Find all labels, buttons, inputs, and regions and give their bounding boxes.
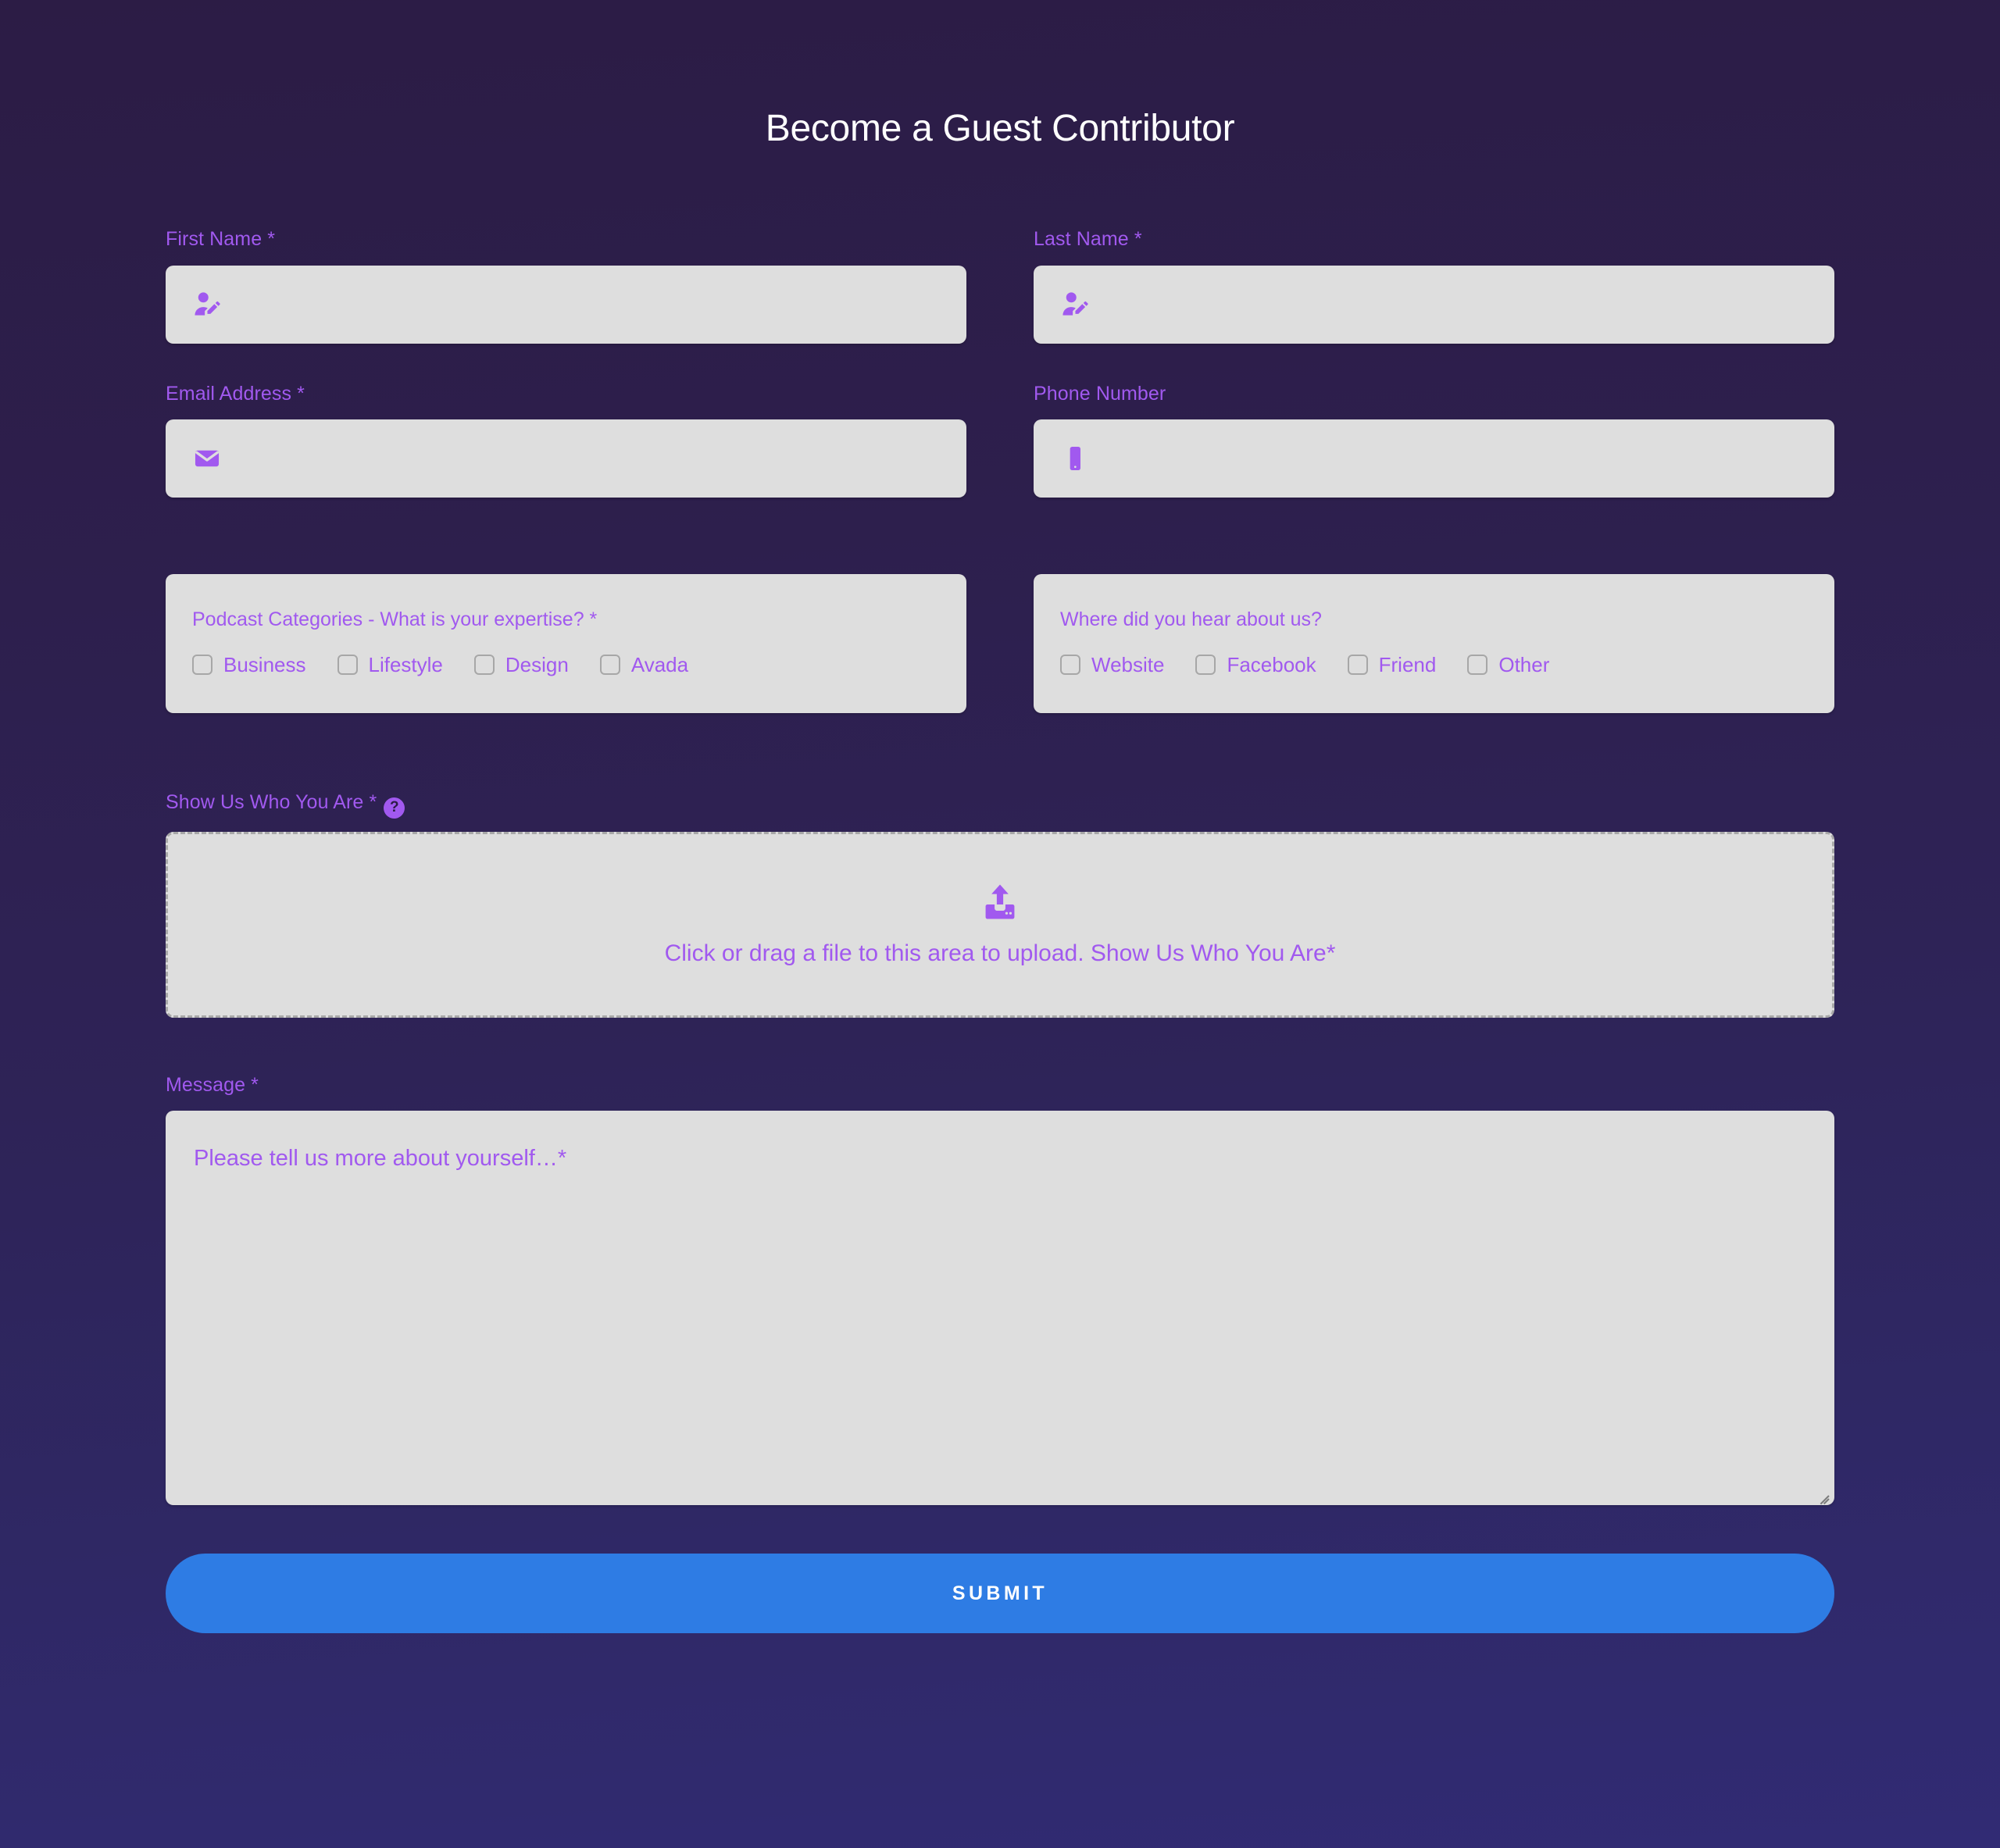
checkbox-row: Podcast Categories - What is your expert… bbox=[166, 574, 1834, 751]
help-circle-icon[interactable]: ? bbox=[384, 797, 405, 819]
checkbox-label: Website bbox=[1091, 652, 1165, 676]
email-field: Email Address * bbox=[166, 381, 966, 498]
last-name-label: Last Name * bbox=[1034, 228, 1142, 250]
checkbox-box[interactable] bbox=[1467, 654, 1488, 675]
last-name-input[interactable] bbox=[1090, 265, 1834, 344]
upload-label: Show Us Who You Are *? bbox=[166, 790, 1834, 819]
first-name-input-wrapper[interactable] bbox=[166, 265, 966, 344]
checkbox-other[interactable]: Other bbox=[1467, 652, 1550, 676]
section-spacer-2 bbox=[166, 751, 1834, 790]
checkbox-label: Lifestyle bbox=[368, 652, 443, 676]
checkbox-label: Business bbox=[223, 652, 306, 676]
checkbox-facebook[interactable]: Facebook bbox=[1195, 652, 1316, 676]
phone-label: Phone Number bbox=[1034, 382, 1166, 405]
checkbox-label: Avada bbox=[630, 652, 689, 676]
podcast-categories-legend: Podcast Categories - What is your expert… bbox=[192, 608, 598, 630]
mobile-phone-icon bbox=[1060, 444, 1090, 473]
message-field: Message * bbox=[166, 1072, 1834, 1506]
checkbox-label: Friend bbox=[1378, 652, 1437, 676]
checkbox-design[interactable]: Design bbox=[473, 652, 569, 676]
email-input[interactable] bbox=[222, 419, 966, 498]
checkbox-box[interactable] bbox=[1347, 654, 1368, 675]
first-name-input[interactable] bbox=[222, 265, 966, 344]
checkbox-label: Facebook bbox=[1227, 652, 1316, 676]
section-spacer-3 bbox=[166, 1055, 1834, 1072]
message-textarea[interactable] bbox=[166, 1111, 1834, 1506]
envelope-icon bbox=[192, 444, 222, 473]
checkbox-label: Design bbox=[505, 652, 569, 676]
user-edit-icon bbox=[192, 290, 222, 319]
checkbox-business[interactable]: Business bbox=[192, 652, 306, 676]
phone-input[interactable] bbox=[1090, 419, 1834, 498]
message-textarea-wrapper[interactable] bbox=[166, 1111, 1834, 1506]
last-name-field: Last Name * bbox=[1034, 227, 1834, 344]
upload-label-text: Show Us Who You Are * bbox=[166, 791, 377, 813]
last-name-input-wrapper[interactable] bbox=[1034, 265, 1834, 344]
phone-field: Phone Number bbox=[1034, 381, 1834, 498]
submit-button[interactable]: SUBMIT bbox=[166, 1554, 1834, 1634]
user-edit-icon bbox=[1060, 290, 1090, 319]
podcast-categories-options: Business Lifestyle Design Avada bbox=[192, 652, 940, 676]
file-upload-field: Show Us Who You Are *? Click or drag a f… bbox=[166, 790, 1834, 1018]
checkbox-avada[interactable]: Avada bbox=[599, 652, 689, 676]
checkbox-box[interactable] bbox=[1060, 654, 1080, 675]
referral-panel: Where did you hear about us? Website Fac… bbox=[1034, 574, 1834, 713]
checkbox-friend[interactable]: Friend bbox=[1347, 652, 1437, 676]
message-label: Message * bbox=[166, 1073, 259, 1096]
email-input-wrapper[interactable] bbox=[166, 419, 966, 498]
contact-row: Email Address * Phone Number bbox=[166, 381, 1834, 536]
name-row: First Name * Last Name * bbox=[166, 227, 1834, 381]
form-body: First Name * Last Name * Email Address *… bbox=[166, 227, 1834, 1634]
referral-group: Where did you hear about us? Website Fac… bbox=[1034, 574, 1834, 713]
phone-input-wrapper[interactable] bbox=[1034, 419, 1834, 498]
podcast-categories-group: Podcast Categories - What is your expert… bbox=[166, 574, 966, 713]
first-name-field: First Name * bbox=[166, 227, 966, 344]
first-name-label: First Name * bbox=[166, 228, 276, 250]
checkbox-box[interactable] bbox=[473, 654, 495, 675]
checkbox-box[interactable] bbox=[337, 654, 358, 675]
checkbox-box[interactable] bbox=[1195, 654, 1216, 675]
checkbox-box[interactable] bbox=[599, 654, 620, 675]
upload-instruction-text: Click or drag a file to this area to upl… bbox=[664, 940, 1336, 966]
checkbox-lifestyle[interactable]: Lifestyle bbox=[337, 652, 443, 676]
submit-row: SUBMIT bbox=[166, 1554, 1834, 1634]
podcast-categories-panel: Podcast Categories - What is your expert… bbox=[166, 574, 966, 713]
referral-legend: Where did you hear about us? bbox=[1060, 608, 1322, 630]
page-title: Become a Guest Contributor bbox=[765, 108, 1235, 149]
checkbox-website[interactable]: Website bbox=[1060, 652, 1165, 676]
form-container: Become a Guest Contributor First Name * bbox=[166, 0, 1834, 1634]
file-drop-zone[interactable]: Click or drag a file to this area to upl… bbox=[166, 831, 1834, 1018]
upload-arrow-icon bbox=[980, 882, 1020, 922]
guest-contributor-form-page: Become a Guest Contributor First Name * bbox=[0, 0, 2000, 1848]
email-label: Email Address * bbox=[166, 382, 305, 405]
checkbox-box[interactable] bbox=[192, 654, 212, 675]
referral-options: Website Facebook Friend Other bbox=[1060, 652, 1808, 676]
checkbox-label: Other bbox=[1498, 652, 1550, 676]
